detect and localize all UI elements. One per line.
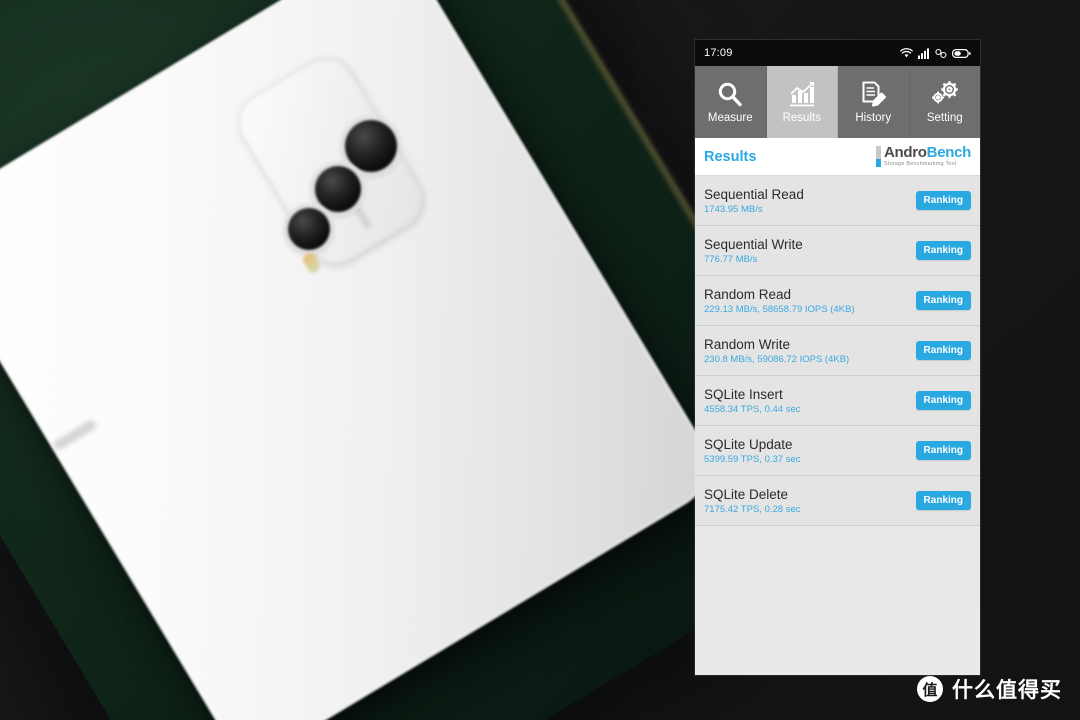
result-title: SQLite Update — [704, 436, 793, 452]
status-bar-icons — [900, 47, 971, 59]
result-value: 4558.34 TPS, 0.44 sec — [704, 403, 801, 415]
battery-icon — [952, 48, 971, 58]
document-pencil-icon — [862, 81, 887, 107]
result-value: 5399.59 TPS, 0.37 sec — [704, 453, 801, 465]
table-row[interactable]: SQLite Insert 4558.34 TPS, 0.44 sec Rank… — [695, 376, 980, 426]
logo-wordmark: AndroBench — [884, 144, 971, 161]
result-value: 1743.95 MB/s — [704, 203, 763, 215]
status-bar-time: 17:09 — [704, 47, 733, 59]
logo-word-bench: Bench — [926, 144, 972, 162]
wifi-icon — [900, 47, 913, 57]
magnifier-icon — [719, 82, 742, 107]
status-bar: 17:09 — [695, 40, 980, 66]
tab-setting[interactable]: Setting — [910, 66, 981, 138]
tab-measure-label: Measure — [707, 112, 753, 124]
result-title: SQLite Insert — [704, 386, 783, 402]
table-row[interactable]: Sequential Read 1743.95 MB/s Ranking — [695, 176, 980, 226]
androbench-logo: AndroBench Storage Benchmarking Tool — [875, 144, 971, 168]
result-value: 776.77 MB/s — [704, 253, 758, 265]
logo-tagline: Storage Benchmarking Tool — [883, 161, 957, 168]
camera-lens-secondary — [315, 166, 361, 212]
result-title: Random Write — [704, 336, 791, 352]
signal-icon — [918, 47, 929, 59]
result-title: SQLite Delete — [704, 486, 789, 502]
logo-word-andro: Andro — [883, 144, 927, 162]
ranking-button[interactable]: Ranking — [915, 291, 971, 310]
tab-history-label: History — [855, 112, 892, 124]
results-header: Results AndroBench Storage Benchmarking … — [695, 138, 980, 176]
watermark-badge-icon: 值 — [917, 676, 943, 702]
data-saver-icon — [935, 48, 947, 58]
tab-history[interactable]: History — [838, 66, 910, 138]
tab-results[interactable]: Results — [766, 66, 838, 138]
logo-bar-icon — [875, 146, 881, 167]
ranking-button[interactable]: Ranking — [915, 491, 971, 510]
page-title: Results — [704, 148, 757, 165]
ranking-button[interactable]: Ranking — [915, 341, 971, 360]
ranking-button[interactable]: Ranking — [915, 241, 971, 260]
camera-lens-tertiary — [288, 208, 330, 250]
tab-setting-label: Setting — [926, 112, 963, 124]
result-value: 7175.42 TPS, 0.28 sec — [704, 503, 801, 515]
table-row[interactable]: Random Read 229.13 MB/s, 58658.79 IOPS (… — [695, 276, 980, 326]
result-value: 229.13 MB/s, 58658.79 IOPS (4KB) — [704, 303, 855, 315]
result-value: 230.8 MB/s, 59086.72 IOPS (4KB) — [704, 353, 850, 365]
table-row[interactable]: Sequential Write 776.77 MB/s Ranking — [695, 226, 980, 276]
results-list: Sequential Read 1743.95 MB/s Ranking Seq… — [695, 176, 980, 526]
site-watermark: 值 什么值得买 — [917, 674, 1062, 704]
table-row[interactable]: Random Write 230.8 MB/s, 59086.72 IOPS (… — [695, 326, 980, 376]
gears-icon — [931, 81, 958, 104]
table-row[interactable]: SQLite Delete 7175.42 TPS, 0.28 sec Rank… — [695, 476, 980, 526]
watermark-text: 什么值得买 — [952, 678, 1062, 702]
main-tab-bar: Measure Results History Setting — [695, 66, 980, 138]
result-title: Sequential Read — [704, 186, 804, 202]
ranking-button[interactable]: Ranking — [915, 441, 971, 460]
result-title: Sequential Write — [704, 236, 803, 252]
result-title: Random Read — [704, 286, 792, 302]
tab-results-label: Results — [782, 112, 821, 124]
ranking-button[interactable]: Ranking — [915, 391, 971, 410]
tab-measure[interactable]: Measure — [695, 66, 767, 138]
table-row[interactable]: SQLite Update 5399.59 TPS, 0.37 sec Rank… — [695, 426, 980, 476]
bar-chart-icon — [789, 82, 814, 107]
ranking-button[interactable]: Ranking — [915, 191, 971, 210]
androbench-screenshot: 17:09 Measure Results History Setting Re… — [695, 40, 980, 675]
camera-lens-primary — [345, 120, 397, 172]
